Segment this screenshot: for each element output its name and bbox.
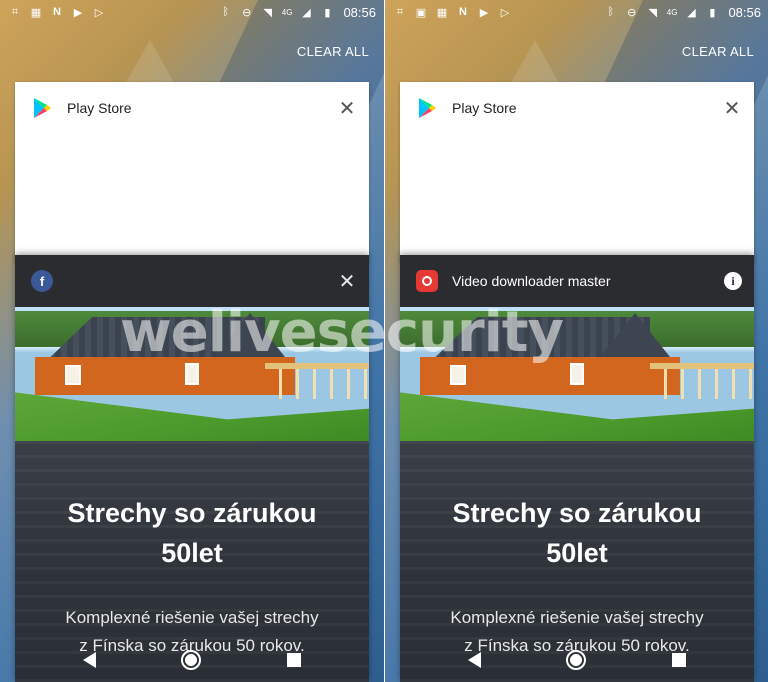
close-icon[interactable]: ✕ xyxy=(337,98,357,120)
navigation-bar xyxy=(0,638,384,682)
card-title: Play Store xyxy=(67,100,132,116)
close-icon[interactable]: ✕ xyxy=(722,98,742,120)
play-store-card[interactable]: Play Store ✕ xyxy=(400,82,754,262)
ad-headline: Strechy so zárukou 50let xyxy=(452,498,702,568)
back-icon[interactable] xyxy=(467,652,481,668)
n-notification-icon: N xyxy=(459,6,467,18)
ad-card[interactable]: f ✕ Strechy so zárukou 50let Komplexné r… xyxy=(15,255,369,682)
network-type-label: 4G xyxy=(666,7,678,17)
wifi-icon: ◥ xyxy=(648,6,658,19)
card-header: Play Store ✕ xyxy=(15,82,369,134)
play-outline-icon: ▷ xyxy=(94,6,104,19)
signal-icon: ◢ xyxy=(687,6,696,19)
battery-icon: ▮ xyxy=(324,6,331,19)
status-time: 08:56 xyxy=(343,4,376,20)
battery-icon: ▮ xyxy=(709,6,716,19)
n-notification-icon: N xyxy=(53,6,61,18)
recents-icon[interactable] xyxy=(287,653,302,667)
usb-icon: ⌗ xyxy=(396,5,404,18)
left-screen: ⌗ ▦ N ▶ ▷ ᛒ ⊖ ◥ 4G ◢ ▮ 08:56 CLEAR ALL P… xyxy=(0,0,384,682)
close-icon[interactable]: ✕ xyxy=(337,271,357,293)
bluetooth-icon: ᛒ xyxy=(222,6,230,18)
home-icon[interactable] xyxy=(566,650,587,670)
back-icon[interactable] xyxy=(82,652,96,668)
play-icon: ▶ xyxy=(479,6,489,19)
card-header: Play Store ✕ xyxy=(400,82,754,134)
card-header: f ✕ xyxy=(15,255,369,307)
status-bar: ⌗ ▣ ▦ N ▶ ▷ ᛒ ⊖ ◥ 4G ◢ ▮ 08:56 xyxy=(385,0,768,24)
ad-headline: Strechy so zárukou 50let xyxy=(67,498,317,568)
bluetooth-icon: ᛒ xyxy=(607,6,615,18)
ad-image[interactable] xyxy=(15,307,369,441)
right-screen: ⌗ ▣ ▦ N ▶ ▷ ᛒ ⊖ ◥ 4G ◢ ▮ 08:56 CLEAR ALL xyxy=(385,0,768,682)
play-store-card[interactable]: Play Store ✕ xyxy=(15,82,369,262)
card-header: Video downloader master i xyxy=(400,255,754,307)
ad-image[interactable] xyxy=(400,307,754,441)
facebook-icon: f xyxy=(31,270,53,292)
usb-icon: ⌗ xyxy=(11,5,19,18)
signal-icon: ◢ xyxy=(302,6,311,19)
recents-icon[interactable] xyxy=(672,653,687,667)
ad-card[interactable]: Video downloader master i Strechy so zár… xyxy=(400,255,754,682)
dnd-icon: ⊖ xyxy=(627,6,637,19)
info-icon[interactable]: i xyxy=(724,272,742,290)
play-store-icon xyxy=(416,97,438,119)
card-title: Play Store xyxy=(452,100,517,116)
navigation-bar xyxy=(385,638,768,682)
wifi-icon: ◥ xyxy=(263,6,273,19)
play-store-icon xyxy=(31,97,53,119)
clear-all-button[interactable]: CLEAR ALL xyxy=(297,44,369,59)
dnd-icon: ⊖ xyxy=(242,6,252,19)
clear-all-button[interactable]: CLEAR ALL xyxy=(682,44,754,59)
keyboard-icon: ▦ xyxy=(30,6,42,19)
status-bar: ⌗ ▦ N ▶ ▷ ᛒ ⊖ ◥ 4G ◢ ▮ 08:56 xyxy=(0,0,384,24)
image-icon: ▣ xyxy=(415,6,427,19)
video-downloader-icon xyxy=(416,270,438,292)
home-icon[interactable] xyxy=(181,650,202,670)
network-type-label: 4G xyxy=(281,7,293,17)
play-icon: ▶ xyxy=(73,6,83,19)
status-time: 08:56 xyxy=(728,4,761,20)
play-outline-icon: ▷ xyxy=(500,6,510,19)
card-title: Video downloader master xyxy=(452,273,611,289)
keyboard-icon: ▦ xyxy=(436,6,448,19)
